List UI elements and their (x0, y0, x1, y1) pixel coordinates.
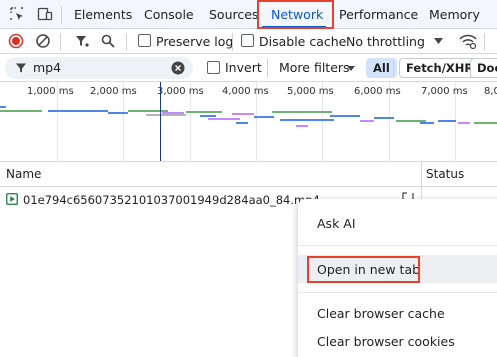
timeline-tick: 1,000 ms (27, 86, 74, 97)
divider (60, 33, 61, 51)
device-toolbar-icon[interactable] (37, 6, 53, 22)
inspect-element-icon[interactable] (9, 6, 25, 22)
column-header-name[interactable]: Name (6, 167, 41, 181)
throttling-select[interactable]: No throttling (346, 34, 425, 50)
filter-icon (16, 63, 26, 73)
timeline-tick: 8,00 (484, 86, 497, 97)
request-table-header: Name Status (0, 162, 497, 187)
devtools-tab-bar: Elements Console Sources Network Perform… (0, 0, 497, 29)
timeline-tick: 4,000 ms (222, 86, 269, 97)
menu-item-clear-browser-cache[interactable]: Clear browser cache (317, 306, 445, 321)
media-file-icon (6, 193, 18, 205)
tab-elements[interactable]: Elements (74, 0, 132, 29)
timeline-tick: 3,000 ms (157, 86, 204, 97)
request-name: 01e794c65607352101037001949d284aa0_84.mp… (23, 193, 320, 207)
context-menu: Ask AI Open in new tab Clear browser cac… (298, 199, 497, 357)
open-new-tab-highlight (307, 256, 420, 283)
tab-performance[interactable]: Performance (339, 0, 418, 29)
preserve-log-label: Preserve log (156, 34, 234, 49)
invert-checkbox[interactable] (207, 61, 220, 74)
clear-filter-icon[interactable] (171, 61, 185, 75)
column-header-status[interactable]: Status (426, 167, 464, 181)
filter-icon[interactable] (74, 33, 90, 49)
clear-icon[interactable] (35, 33, 51, 49)
stop-recording-icon[interactable] (8, 33, 24, 49)
filter-chip-doc[interactable]: Doc (470, 58, 497, 78)
divider (393, 59, 394, 77)
menu-item-clear-browser-cookies[interactable]: Clear browser cookies (317, 334, 455, 349)
menu-divider (298, 245, 497, 246)
tab-console[interactable]: Console (144, 0, 194, 29)
network-overview-timeline[interactable]: 1,000 ms 2,000 ms 3,000 ms 4,000 ms 5,00… (0, 82, 497, 162)
divider (61, 6, 62, 24)
preserve-log-checkbox[interactable] (138, 34, 151, 47)
network-tab-highlight (257, 0, 334, 29)
disable-cache-checkbox[interactable] (241, 34, 254, 47)
network-conditions-icon[interactable] (458, 32, 478, 50)
menu-item-ask-ai[interactable]: Ask AI (317, 216, 356, 231)
invert-label: Invert (225, 60, 262, 75)
chevron-down-icon (347, 66, 355, 71)
filter-input-value: mp4 (33, 60, 62, 75)
timeline-tick: 6,000 ms (354, 86, 401, 97)
search-icon[interactable] (100, 33, 116, 49)
tab-memory[interactable]: Memory (429, 0, 480, 29)
disable-cache-label: Disable cache (259, 34, 347, 49)
more-filters-button[interactable]: More filters (279, 60, 350, 76)
divider (232, 33, 233, 51)
network-toolbar: Preserve log Disable cache No throttling (0, 29, 497, 54)
filter-input[interactable]: mp4 (5, 57, 193, 79)
timeline-tick: 5,000 ms (287, 86, 334, 97)
timeline-cursor (160, 82, 161, 161)
tab-sources[interactable]: Sources (209, 0, 258, 29)
filter-bar: mp4 Invert More filters All Fetch/XHR Do… (0, 54, 497, 82)
divider (484, 33, 485, 51)
divider (267, 59, 268, 77)
filter-chip-fetch-xhr[interactable]: Fetch/XHR (399, 58, 481, 78)
chevron-down-icon[interactable] (434, 38, 443, 44)
timeline-tick: 2,000 ms (90, 86, 137, 97)
menu-divider (298, 292, 497, 293)
timeline-tick: 7,000 ms (421, 86, 468, 97)
divider (126, 33, 127, 51)
